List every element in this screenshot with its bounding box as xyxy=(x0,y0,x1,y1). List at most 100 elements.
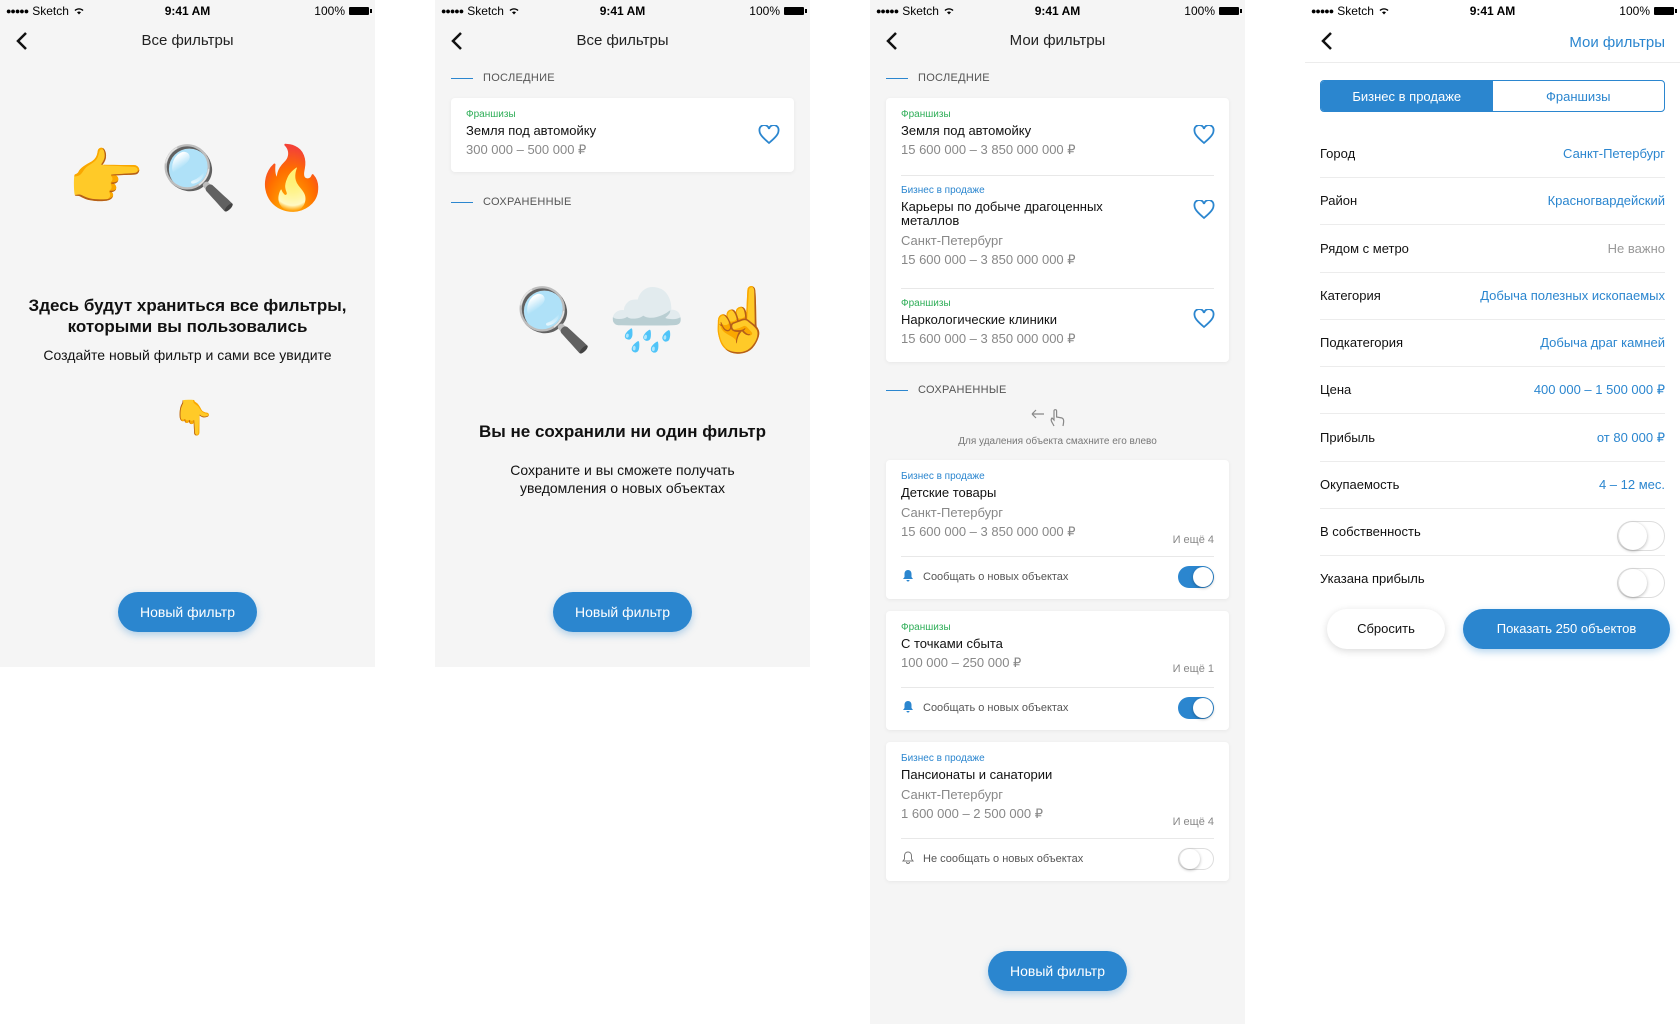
saved-filter-card[interactable]: Бизнес в продаже Пансионаты и санатории … xyxy=(886,742,1229,881)
swipe-hand-icon xyxy=(1030,406,1070,433)
list-item[interactable]: Франшизы Наркологические клиники 15 600 … xyxy=(886,289,1229,362)
pointing-up-icon: ☝️ xyxy=(701,286,779,355)
list-item[interactable]: Бизнес в продаже Карьеры по добыче драго… xyxy=(886,176,1229,288)
battery-label: 100% xyxy=(1184,4,1215,18)
new-filter-button[interactable]: Новый фильтр xyxy=(118,592,257,632)
tab-franchises[interactable]: Франшизы xyxy=(1493,81,1665,111)
section-recent: ПОСЛЕДНИЕ xyxy=(886,72,990,84)
empty-subtext: Создайте новый фильтр и сами все увидите xyxy=(43,347,332,363)
status-bar: ●●●●● Sketch 9:41 AM 100% xyxy=(1305,0,1680,22)
filter-price: 1 600 000 – 2 500 000 ₽ xyxy=(901,806,1044,821)
tab-business-for-sale[interactable]: Бизнес в продаже xyxy=(1321,81,1493,111)
row-label: Подкатегория xyxy=(1320,335,1404,350)
nav-bar: Мои фильтры xyxy=(1305,22,1680,63)
filter-title: Карьеры по добыче драгоценных металлов xyxy=(901,199,1103,228)
status-bar: ●●●●● Sketch 9:41 AM 100% xyxy=(870,0,1245,22)
filter-row-payback[interactable]: Окупаемость 4 – 12 мес. xyxy=(1320,461,1665,509)
battery-icon xyxy=(1654,7,1677,15)
filter-row-category[interactable]: Категория Добыча полезных ископаемых xyxy=(1320,272,1665,320)
emoji-illustration: 🔍 🌧️ ☝️ xyxy=(515,290,779,352)
battery-label: 100% xyxy=(1619,4,1650,18)
heart-icon[interactable] xyxy=(758,124,780,145)
row-label: Район xyxy=(1320,193,1358,208)
ownership-toggle[interactable] xyxy=(1617,520,1665,551)
row-value: Добыча драг камней xyxy=(1540,335,1665,350)
filter-title: Детские товары xyxy=(901,485,997,500)
magnifier-icon: 🔍 xyxy=(160,144,238,213)
heart-icon[interactable] xyxy=(1193,308,1215,329)
filter-city: Санкт-Петербург xyxy=(901,787,1003,802)
section-saved: СОХРАНЕННЫЕ xyxy=(451,196,572,208)
filter-price: 15 600 000 – 3 850 000 000 ₽ xyxy=(901,524,1076,539)
nav-bar: Все фильтры xyxy=(0,22,375,62)
pointing-right-icon: 👉 xyxy=(67,144,145,213)
filter-city: Санкт-Петербург xyxy=(901,505,1003,520)
screen-all-filters-no-saved: ●●●●● Sketch 9:41 AM 100% Все фильтры ПОС… xyxy=(435,0,810,667)
empty-headline: Вы не сохранили ни один фильтр xyxy=(479,422,766,441)
back-arrow-icon[interactable] xyxy=(1317,30,1339,52)
rain-cloud-icon: 🌧️ xyxy=(608,286,686,355)
my-filters-link[interactable]: Мои фильтры xyxy=(1569,34,1665,51)
pointing-down-icon: 👇 xyxy=(172,399,215,437)
battery-icon xyxy=(1219,7,1242,15)
filter-row-city[interactable]: Город Санкт-Петербург xyxy=(1320,130,1665,178)
notify-toggle[interactable] xyxy=(1178,697,1214,719)
row-value: Красногвардейский xyxy=(1547,193,1665,208)
row-label: Указана прибыль xyxy=(1320,571,1425,586)
reset-button[interactable]: Сбросить xyxy=(1327,609,1445,649)
new-filter-button[interactable]: Новый фильтр xyxy=(553,592,692,632)
filter-row-metro[interactable]: Рядом с метро Не важно xyxy=(1320,225,1665,273)
filter-title: Земля под автомойку xyxy=(466,123,597,138)
filter-row-subcategory[interactable]: Подкатегория Добыча драг камней xyxy=(1320,319,1665,367)
notify-toggle[interactable] xyxy=(1178,566,1214,588)
fire-icon: 🔥 xyxy=(253,144,331,213)
filter-row-profit[interactable]: Прибыль от 80 000 ₽ xyxy=(1320,414,1665,462)
screen-my-filters: ●●●●● Sketch 9:41 AM 100% Мои фильтры ПОС… xyxy=(870,0,1245,1024)
row-label: Прибыль xyxy=(1320,430,1375,445)
battery-label: 100% xyxy=(314,4,345,18)
filter-row-district[interactable]: Район Красногвардейский xyxy=(1320,177,1665,225)
profit-specified-toggle[interactable] xyxy=(1617,567,1665,598)
section-label: СОХРАНЕННЫЕ xyxy=(918,384,1007,396)
show-results-button[interactable]: Показать 250 объектов xyxy=(1463,609,1670,649)
filter-title: Пансионаты и санатории xyxy=(901,767,1053,782)
filter-price: 15 600 000 – 3 850 000 000 ₽ xyxy=(901,331,1076,346)
filter-title: Земля под автомойку xyxy=(901,123,1032,138)
recent-filter-card[interactable]: Франшизы Земля под автомойку 300 000 – 5… xyxy=(451,98,794,172)
section-label: ПОСЛЕДНИЕ xyxy=(483,72,555,84)
section-saved: СОХРАНЕННЫЕ xyxy=(886,384,1007,396)
screen-all-filters-empty: ●●●●● Sketch 9:41 AM 100% Все фильтры 👉 🔍… xyxy=(0,0,375,667)
saved-filter-card[interactable]: Бизнес в продаже Детские товары Санкт-Пе… xyxy=(886,460,1229,599)
swipe-hint: Для удаления объекта смахните его влево xyxy=(958,436,1157,447)
filter-row-price[interactable]: Цена 400 000 – 1 500 000 ₽ xyxy=(1320,366,1665,414)
heart-icon[interactable] xyxy=(1193,124,1215,145)
recent-filters-card: Франшизы Земля под автомойку 15 600 000 … xyxy=(886,98,1229,362)
more-count: И ещё 4 xyxy=(1172,816,1214,828)
heart-icon[interactable] xyxy=(1193,199,1215,220)
filter-price: 100 000 – 250 000 ₽ xyxy=(901,655,1022,670)
filter-category: Франшизы xyxy=(901,298,951,309)
bell-icon xyxy=(901,700,915,717)
row-label: Окупаемость xyxy=(1320,477,1400,492)
new-filter-button[interactable]: Новый фильтр xyxy=(988,951,1127,991)
bell-outline-icon xyxy=(901,850,915,868)
saved-filter-card[interactable]: Франшизы С точками сбыта 100 000 – 250 0… xyxy=(886,611,1229,730)
filter-title: С точками сбыта xyxy=(901,636,1003,651)
nav-bar: Все фильтры xyxy=(435,22,810,62)
filter-city: Санкт-Петербург xyxy=(901,233,1003,248)
filter-title: Наркологические клиники xyxy=(901,312,1057,327)
page-title: Мои фильтры xyxy=(1009,32,1106,49)
magnifier-icon: 🔍 xyxy=(515,286,593,355)
screen-filter-settings: ●●●●● Sketch 9:41 AM 100% Мои фильтры Биз… xyxy=(1305,0,1680,667)
filter-category: Франшизы xyxy=(901,622,951,633)
row-label: Категория xyxy=(1320,288,1381,303)
status-bar: ●●●●● Sketch 9:41 AM 100% xyxy=(435,0,810,22)
list-item[interactable]: Франшизы Земля под автомойку 15 600 000 … xyxy=(886,98,1229,175)
notify-toggle[interactable] xyxy=(1178,848,1214,870)
more-count: И ещё 4 xyxy=(1172,534,1214,546)
more-count: И ещё 1 xyxy=(1172,663,1214,675)
filter-category: Франшизы xyxy=(901,109,951,120)
empty-subtext: Сохраните и вы сможете получать уведомле… xyxy=(510,462,735,496)
section-label: ПОСЛЕДНИЕ xyxy=(918,72,990,84)
status-bar: ●●●●● Sketch 9:41 AM 100% xyxy=(0,0,375,22)
